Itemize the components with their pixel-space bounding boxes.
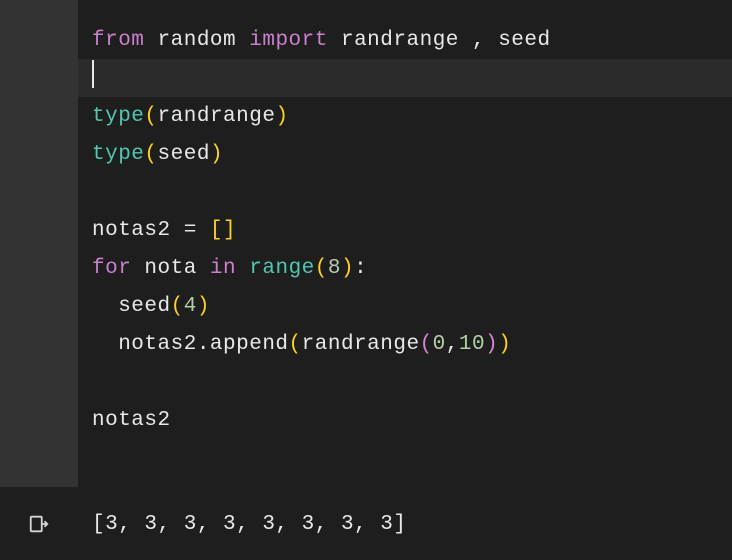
number-literal: 4 bbox=[184, 295, 197, 318]
keyword-import: import bbox=[249, 29, 328, 52]
keyword-for: for bbox=[92, 257, 131, 280]
keyword-in: in bbox=[210, 257, 236, 280]
loop-var: nota bbox=[131, 257, 210, 280]
call-seed: seed bbox=[92, 295, 171, 318]
identifier: randrange bbox=[302, 333, 420, 356]
paren-close: ) bbox=[210, 143, 223, 166]
code-line-4[interactable]: type(seed) bbox=[92, 136, 732, 174]
text-cursor bbox=[92, 60, 94, 88]
paren-close: ) bbox=[341, 257, 354, 280]
call-append: notas2.append bbox=[92, 333, 289, 356]
builtin-type: type bbox=[92, 105, 144, 128]
paren-open-inner: ( bbox=[420, 333, 433, 356]
number-literal: 10 bbox=[459, 333, 485, 356]
expression: notas2 bbox=[92, 409, 171, 432]
code-line-6[interactable]: notas2 = [] bbox=[92, 212, 732, 250]
paren-close: ) bbox=[498, 333, 511, 356]
code-line-3[interactable]: type(randrange) bbox=[92, 98, 732, 136]
code-line-7[interactable]: for nota in range(8): bbox=[92, 250, 732, 288]
paren-open: ( bbox=[171, 295, 184, 318]
import-names: randrange , seed bbox=[328, 29, 551, 52]
assignment: notas2 = bbox=[92, 219, 210, 242]
comma: , bbox=[446, 333, 459, 356]
paren-close: ) bbox=[275, 105, 288, 128]
code-line-11[interactable]: notas2 bbox=[92, 402, 732, 440]
code-line-8[interactable]: seed(4) bbox=[92, 288, 732, 326]
identifier: seed bbox=[158, 143, 210, 166]
output-text[interactable]: [3, 3, 3, 3, 3, 3, 3, 3] bbox=[78, 488, 732, 560]
builtin-type: type bbox=[92, 143, 144, 166]
code-line-1[interactable]: from random import randrange , seed bbox=[92, 22, 732, 60]
bracket-close: ] bbox=[223, 219, 236, 242]
code-line-10[interactable] bbox=[92, 364, 732, 402]
builtin-range: range bbox=[249, 257, 315, 280]
paren-open: ( bbox=[315, 257, 328, 280]
number-literal: 0 bbox=[433, 333, 446, 356]
identifier: randrange bbox=[158, 105, 276, 128]
paren-open: ( bbox=[144, 105, 157, 128]
output-area: [3, 3, 3, 3, 3, 3, 3, 3] bbox=[0, 487, 732, 560]
code-editor[interactable]: from random import randrange , seed type… bbox=[78, 0, 732, 487]
paren-open: ( bbox=[144, 143, 157, 166]
module-name: random bbox=[144, 29, 249, 52]
paren-close-inner: ) bbox=[485, 333, 498, 356]
paren-open: ( bbox=[289, 333, 302, 356]
run-output-icon bbox=[28, 513, 50, 535]
bracket-open: [ bbox=[210, 219, 223, 242]
active-line-highlight bbox=[78, 59, 732, 97]
code-line-9[interactable]: notas2.append(randrange(0,10)) bbox=[92, 326, 732, 364]
editor-area: from random import randrange , seed type… bbox=[0, 0, 732, 487]
code-line-5[interactable] bbox=[92, 174, 732, 212]
colon: : bbox=[354, 257, 367, 280]
keyword-from: from bbox=[92, 29, 144, 52]
number-literal: 8 bbox=[328, 257, 341, 280]
gutter bbox=[0, 0, 78, 487]
output-gutter[interactable] bbox=[0, 488, 78, 560]
paren-close: ) bbox=[197, 295, 210, 318]
